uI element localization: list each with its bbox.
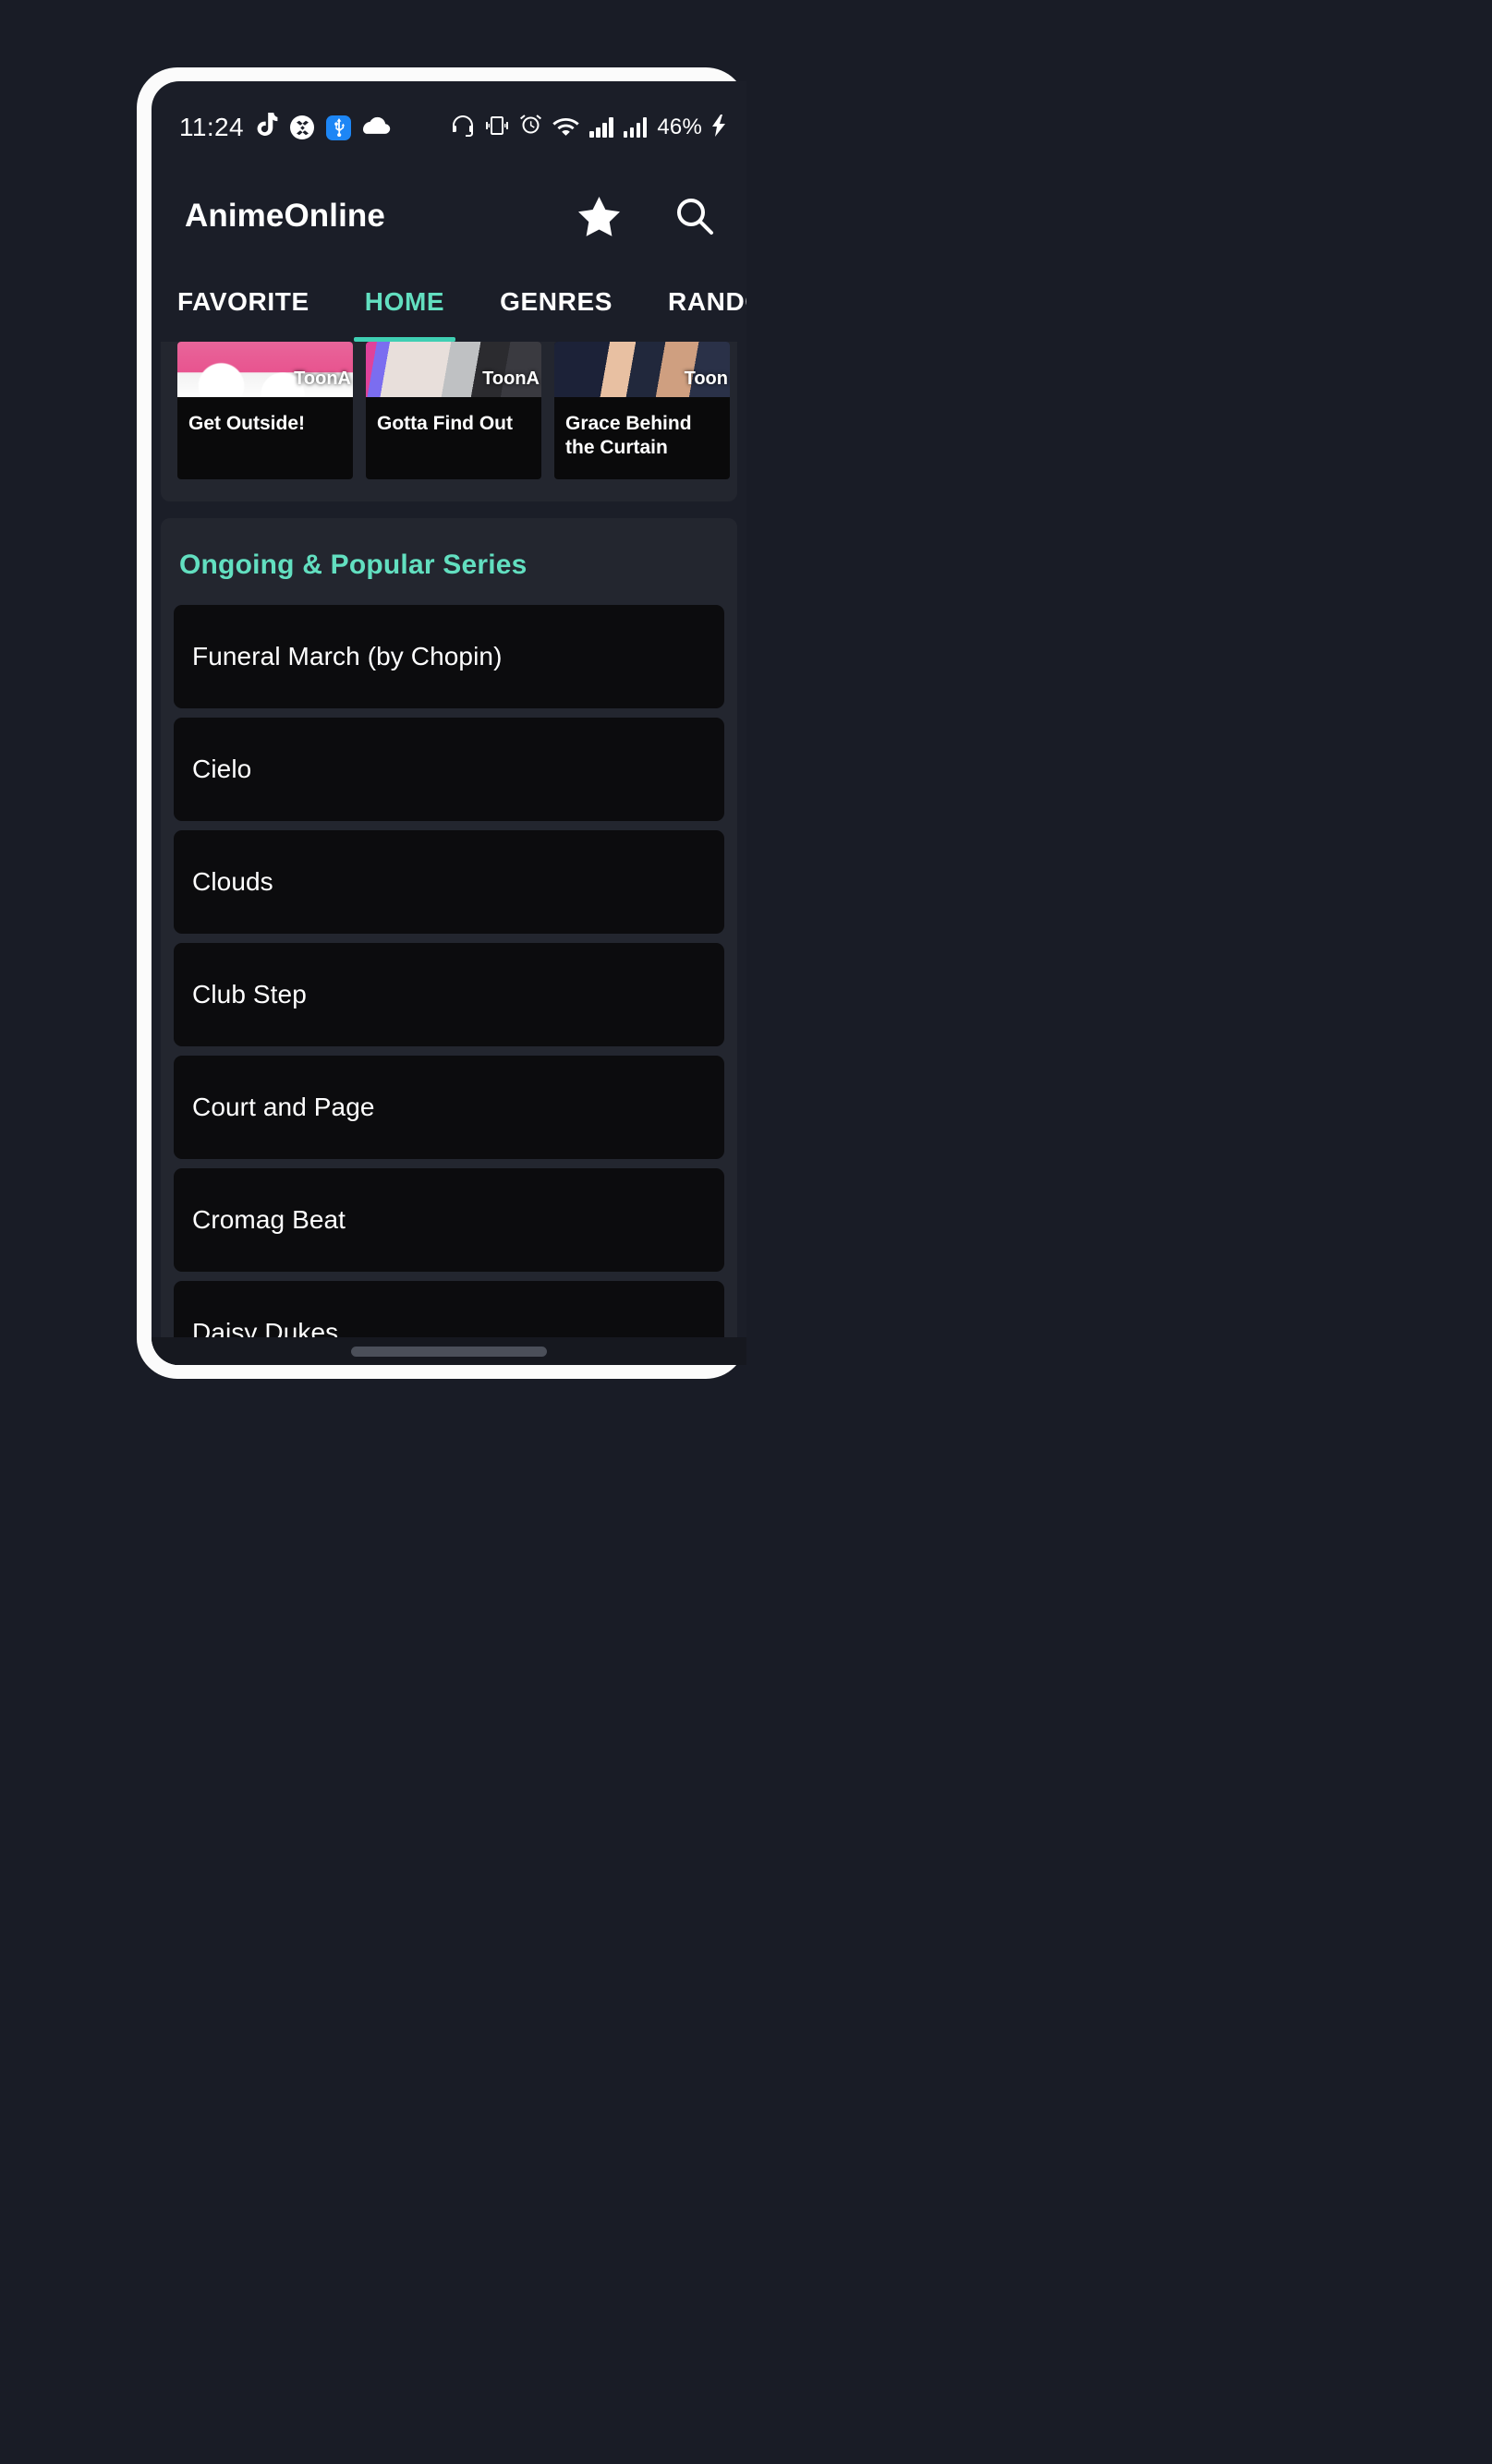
status-time: 11:24 (179, 113, 244, 141)
vibrate-icon (485, 115, 509, 141)
featured-carousel-panel: ToonA Get Outside! ToonA Gotta Find Out … (161, 342, 737, 501)
list-item[interactable]: Cielo (174, 717, 724, 821)
tab-genres[interactable]: GENRES (472, 262, 640, 342)
tab-label: HOME (364, 287, 445, 316)
series-title: Clouds (192, 866, 273, 896)
series-title: Cielo (192, 754, 252, 783)
battery-percent: 46% (657, 115, 702, 139)
tab-label: GENRES (500, 287, 613, 316)
wifi-icon (552, 115, 580, 140)
card-title: Gotta Find Out (377, 413, 513, 434)
status-bar-right: 46% (451, 114, 726, 141)
cloud-icon (363, 116, 391, 139)
card-title: Grace Behind the Curtain (565, 413, 692, 459)
anime-card[interactable]: ToonA Get Outside! (177, 342, 353, 479)
tiktok-icon (256, 113, 278, 142)
series-list: Funeral March (by Chopin) Cielo Clouds C… (161, 604, 737, 1365)
watermark-label: ToonA (294, 368, 351, 389)
tab-home[interactable]: HOME (337, 262, 472, 342)
scroll-content[interactable]: ToonA Get Outside! ToonA Gotta Find Out … (152, 342, 746, 1365)
tab-label: RANDOM 1 (668, 287, 746, 316)
phone-screen: 11:24 46% AnimeOnline FAVORITE HOME GENR… (152, 81, 746, 1365)
usb-icon (326, 115, 351, 140)
home-gesture-pill[interactable] (351, 1346, 547, 1357)
featured-carousel[interactable]: ToonA Get Outside! ToonA Gotta Find Out … (161, 342, 737, 501)
anime-card[interactable]: Toon Grace Behind the Curtain (554, 342, 730, 479)
series-title: Funeral March (by Chopin) (192, 641, 503, 670)
status-bar: 11:24 46% (152, 100, 746, 155)
charging-bolt-icon (712, 114, 726, 141)
list-item[interactable]: Cromag Beat (174, 1167, 724, 1272)
tab-label: FAVORITE (177, 287, 309, 316)
app-bar: AnimeOnline (152, 170, 746, 262)
series-title: Court and Page (192, 1092, 375, 1121)
signal-bars-icon (589, 117, 613, 138)
tab-bar[interactable]: FAVORITE HOME GENRES RANDOM 1 RA (152, 262, 746, 342)
tab-random-1[interactable]: RANDOM 1 (640, 262, 746, 342)
tab-favorite[interactable]: FAVORITE (152, 262, 337, 342)
headset-icon (451, 115, 475, 141)
list-item[interactable]: Court and Page (174, 1055, 724, 1159)
series-title: Club Step (192, 979, 307, 1009)
star-icon[interactable] (575, 192, 623, 240)
anime-card[interactable]: ToonA Gotta Find Out (366, 342, 541, 479)
list-item[interactable]: Clouds (174, 829, 724, 934)
list-item[interactable]: Club Step (174, 942, 724, 1046)
x-circle-icon (290, 115, 314, 139)
page-title: AnimeOnline (185, 198, 385, 234)
signal-bars-icon (623, 117, 648, 138)
series-title: Cromag Beat (192, 1204, 346, 1234)
card-thumbnail: ToonA (177, 342, 353, 397)
screenshot-root: 11:24 46% AnimeOnline FAVORITE HOME GENR… (0, 0, 1492, 2464)
card-thumbnail: Toon (554, 342, 730, 397)
card-thumbnail: ToonA (366, 342, 541, 397)
watermark-label: ToonA (482, 368, 540, 389)
status-bar-left: 11:24 (179, 113, 391, 142)
ongoing-series-panel: Ongoing & Popular Series Funeral March (… (161, 517, 737, 1365)
list-item[interactable]: Funeral March (by Chopin) (174, 604, 724, 708)
watermark-label: Toon (684, 368, 728, 389)
alarm-icon (519, 114, 542, 141)
search-icon[interactable] (671, 192, 719, 240)
section-heading: Ongoing & Popular Series (179, 549, 528, 580)
android-nav-bar (152, 1337, 746, 1365)
app-bar-actions (575, 192, 719, 240)
card-title: Get Outside! (188, 413, 306, 434)
